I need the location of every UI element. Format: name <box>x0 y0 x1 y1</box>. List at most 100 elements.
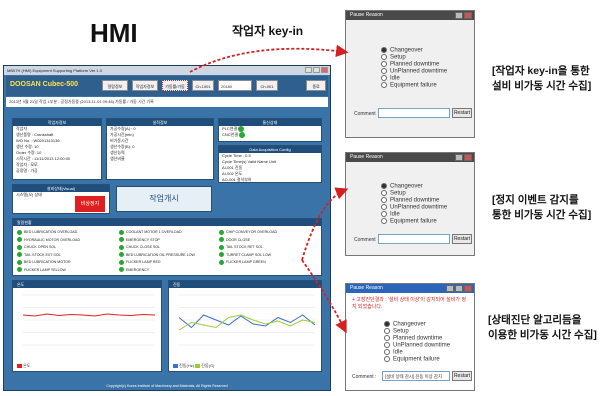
vibration-chart <box>178 294 316 346</box>
reason-option[interactable]: Equipment failure <box>384 356 440 364</box>
radio-icon <box>381 61 387 67</box>
series-line <box>178 314 316 329</box>
pause-reason-dialog-1: Pause Reason Changeover Setup Planned do… <box>345 10 475 138</box>
status-led-icon <box>17 267 22 273</box>
alarm-item: EMERGENCY STOP <box>119 237 160 243</box>
temperature-legend: 온도 <box>23 363 31 368</box>
channel-value-field[interactable]: 20180 <box>218 80 252 91</box>
hmi-window: MB07H (HMI) Equipment Supporting Platfor… <box>3 65 331 391</box>
status-led-icon <box>119 244 124 250</box>
caption-key-in: [작업자 key-in을 통한 설비 비가동 시간 수집] <box>492 65 592 92</box>
alarm-item: BED LUBRICATION OIL PRESSURE LOW <box>119 252 195 258</box>
close-icon[interactable] <box>464 12 472 19</box>
status-led-icon <box>239 132 246 138</box>
comment-input[interactable]: [설비 상태 감시] 진동 이상 감지 <box>382 371 450 381</box>
restart-button[interactable]: Restart <box>452 234 472 244</box>
close-icon[interactable] <box>464 285 472 292</box>
radio-icon <box>381 68 387 74</box>
comm-row-label: PLC연결 <box>222 126 238 132</box>
footer-copyright: Copyright(c) Korea Institute of Machiner… <box>106 384 228 388</box>
alarm-item: TAIL STOCK EXT SOL <box>17 252 61 258</box>
status-led-icon <box>119 259 124 265</box>
comment-input[interactable] <box>378 108 450 118</box>
alarm-item: CHUCK CLOSE SOL <box>119 244 160 250</box>
alarm-item: DOOR CLOSE <box>219 237 250 243</box>
radio-icon <box>381 75 387 81</box>
radio-icon <box>381 218 387 224</box>
legend-swatch-icon <box>17 363 22 368</box>
worker-info-row: 공정명 : 가공 <box>16 168 38 173</box>
status-led-icon <box>17 259 22 265</box>
radio-icon <box>381 82 387 88</box>
alarm-item: HYDRAULIC MOTOR OVERLOAD <box>17 237 80 243</box>
maximize-icon[interactable] <box>455 285 463 292</box>
status-led-icon <box>219 252 224 258</box>
vibration-chart-panel: 진동 진동(Hz) 진동(G) <box>168 280 322 372</box>
radio-icon <box>384 349 390 355</box>
radio-icon <box>381 190 387 196</box>
pause-reason-dialog-2: Pause Reason Changeover Setup Planned do… <box>345 152 475 256</box>
achievement-header: 실적정보 <box>107 119 213 126</box>
vibration-legend-2: 진동(G) <box>201 363 215 368</box>
status-led-icon <box>119 229 124 235</box>
vibration-chart-header: 진동 <box>169 281 321 288</box>
minimize-icon[interactable] <box>455 154 463 161</box>
close-icon[interactable] <box>464 154 472 161</box>
radio-selected-icon <box>381 47 387 53</box>
legend-swatch-icon <box>195 363 201 368</box>
temperature-chart-header: 온도 <box>13 281 161 288</box>
hmi-toolbar: DOOSAN Cubec-500 알람정보 작업자정보 가동률/가동 Ch.10… <box>6 76 328 96</box>
restart-button[interactable]: Restart <box>452 371 472 381</box>
alarm-item: TAIL STOCK RET SOL <box>219 244 263 250</box>
radio-icon <box>381 197 387 203</box>
diagnosis-alert: + 고장진단결과 : '설비 상태 이상'이 감지되어 설비가 정지 되었습니다… <box>352 297 466 310</box>
channel2-button[interactable]: Ch.001 <box>256 80 278 91</box>
status-led-icon <box>119 252 124 258</box>
alarm-item: COOLANT MOTOR 1 OVERLOAD <box>119 229 182 235</box>
alarm-item: CHUCK OPEN SOL <box>17 244 56 250</box>
hmi-heading: HMI <box>90 18 138 48</box>
equipment-status-panel: 설비상태(Visual) 시스템(오) 상태 비상정지 <box>12 184 110 214</box>
alarm-panel: 알람현황 BED LUBRICATION OVERLOAD HYDRAULIC M… <box>12 218 322 276</box>
radio-icon <box>384 356 390 362</box>
radio-selected-icon <box>381 183 387 189</box>
achievement-row: 생산비율 <box>110 156 125 161</box>
worker-info-header: 작업자정보 <box>13 119 101 126</box>
alarm-item: TURRET CLAMP SOL LOW <box>219 252 271 258</box>
status-led-icon <box>17 244 22 250</box>
start-work-button[interactable]: 작업개시 <box>116 186 212 212</box>
alarm-header: 알람현황 <box>13 219 321 226</box>
radio-icon <box>381 204 387 210</box>
utilization-button[interactable]: 가동률/가동 <box>162 80 188 91</box>
status-led-icon <box>219 259 224 265</box>
daq-config-header: Data Acquisition Config <box>219 146 321 153</box>
comment-input[interactable] <box>378 234 450 244</box>
radio-icon <box>384 342 390 348</box>
achievement-panel: 실적정보 가공수량(A) : 0 가공시간(min) 비가동시간 생산수량(B)… <box>106 118 214 180</box>
comm-row-label: CNC연결 <box>222 132 239 138</box>
close-icon[interactable] <box>321 67 328 73</box>
daq-config-panel: Data Acquisition Config Cycle Time : 0.5… <box>218 145 322 183</box>
alarm-item: BED LUBRICATION MOTOR <box>17 259 71 265</box>
reason-option[interactable]: Equipment failure <box>381 218 437 226</box>
status-led-icon <box>17 237 22 243</box>
minimize-icon[interactable] <box>446 285 454 292</box>
channel-button[interactable]: Ch.1001 <box>192 80 214 91</box>
minimize-icon[interactable] <box>455 12 463 19</box>
worker-info-button[interactable]: 작업자정보 <box>132 80 158 91</box>
app-logo: DOOSAN Cubec-500 <box>10 81 79 88</box>
comment-label: Comment : <box>352 374 377 380</box>
alarm-info-button[interactable]: 알람정보 <box>102 80 128 91</box>
reason-option[interactable]: Equipment failure <box>381 82 437 90</box>
radio-icon <box>381 211 387 217</box>
exit-button[interactable]: 종료 <box>306 80 326 91</box>
minimize-icon[interactable] <box>305 67 312 73</box>
comment-label: Comment <box>354 237 376 243</box>
alarm-item: FLICKER LAMP GREEN <box>219 259 266 265</box>
info-line: 2013년 9월 21일 작업 1부분 - 공정가동중 (2013-11-01 … <box>6 97 328 107</box>
restart-button[interactable]: Restart <box>452 108 472 118</box>
equipment-status-header: 설비상태(Visual) <box>13 185 109 192</box>
maximize-icon[interactable] <box>313 67 320 73</box>
radio-icon <box>384 335 390 341</box>
key-in-label: 작업자 key-in <box>232 24 304 38</box>
